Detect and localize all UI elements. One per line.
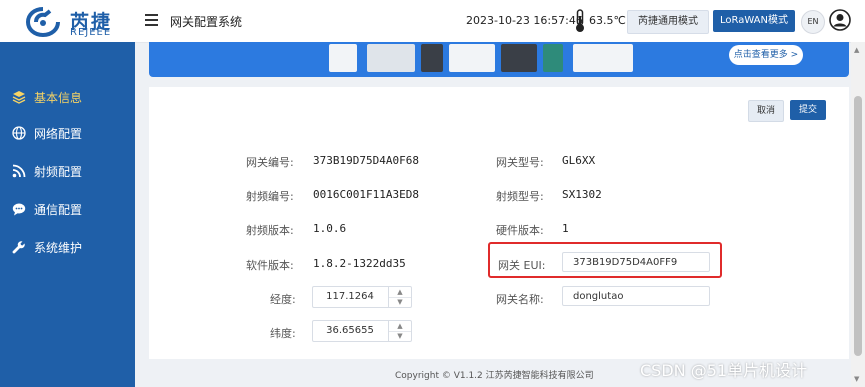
watermark: CSDN @51单片机设计 xyxy=(640,361,808,380)
eui-label: 网关 EUI: xyxy=(498,259,546,272)
thermometer-icon xyxy=(576,9,584,32)
footer-copyright: Copyright © V1.1.2 江苏芮捷智能科技有限公司 xyxy=(395,371,594,381)
rf-id-value: 0016C001F11A3ED8 xyxy=(313,188,419,201)
hw-version-value: 1 xyxy=(562,222,569,235)
generic-mode-button[interactable]: 芮捷通用模式 xyxy=(627,10,709,34)
temperature: 63.5℃ xyxy=(589,14,626,27)
device-image xyxy=(543,44,563,72)
rf-version-label: 射频版本: xyxy=(246,224,294,237)
latitude-label: 纬度: xyxy=(270,327,296,340)
sidebar: 基本信息 网络配置 射频配置 通信配置 系统维护 xyxy=(0,42,135,387)
submit-button[interactable]: 提交 xyxy=(790,100,826,120)
logo: 芮捷 REJEEE xyxy=(26,5,136,39)
logo-mark-icon xyxy=(26,7,60,37)
scroll-up-icon[interactable]: ▲ xyxy=(854,46,859,54)
sidebar-item-label: 通信配置 xyxy=(34,203,83,217)
user-avatar-icon[interactable] xyxy=(829,9,851,31)
wrench-icon xyxy=(12,241,25,254)
hw-version-label: 硬件版本: xyxy=(496,224,544,237)
gateway-model-value: GL6XX xyxy=(562,154,596,167)
gateway-model-label: 网关型号: xyxy=(496,156,544,169)
latitude-value[interactable]: 36.65655 xyxy=(313,321,387,341)
device-image xyxy=(501,44,537,72)
longitude-label: 经度: xyxy=(270,293,296,306)
rss-icon xyxy=(12,164,26,178)
latitude-stepper[interactable]: 36.65655 ▲ ▼ xyxy=(312,320,412,342)
decrement-icon[interactable]: ▼ xyxy=(389,331,411,341)
chat-icon xyxy=(12,203,26,216)
device-image xyxy=(329,44,357,72)
longitude-value[interactable]: 117.1264 xyxy=(313,287,387,307)
gateway-id-label: 网关编号: xyxy=(246,156,294,169)
layers-icon xyxy=(12,91,26,104)
globe-icon xyxy=(12,126,26,140)
rf-version-value: 1.0.6 xyxy=(313,222,347,235)
rf-model-value: SX1302 xyxy=(562,188,602,201)
cancel-button[interactable]: 取消 xyxy=(748,100,784,122)
sidebar-item-label: 系统维护 xyxy=(34,241,83,255)
device-image xyxy=(421,44,443,72)
sw-version-label: 软件版本: xyxy=(246,259,294,272)
logo-subtext: REJEEE xyxy=(70,27,112,38)
device-image xyxy=(367,44,415,72)
gateway-id-value: 373B19D75D4A0F68 xyxy=(313,154,419,167)
menu-icon[interactable] xyxy=(145,14,158,26)
sidebar-item-label: 网络配置 xyxy=(34,127,83,141)
rf-id-label: 射频编号: xyxy=(246,190,294,203)
rf-model-label: 射频型号: xyxy=(496,190,544,203)
gateway-name-label: 网关名称: xyxy=(496,293,544,306)
device-image xyxy=(449,44,495,72)
device-image xyxy=(573,44,633,72)
eui-field[interactable]: 373B19D75D4A0FF9 xyxy=(562,252,710,272)
product-banner: 点击查看更多 > xyxy=(149,42,849,77)
scrollbar[interactable]: ▲ ▼ xyxy=(851,42,865,387)
page-title: 网关配置系统 xyxy=(170,15,243,29)
datetime: 2023-10-23 16:57:46 xyxy=(466,14,583,27)
scroll-down-icon[interactable]: ▼ xyxy=(854,375,859,383)
gateway-name-field[interactable]: donglutao xyxy=(562,286,710,306)
lorawan-mode-button[interactable]: LoRaWAN模式 xyxy=(713,10,795,32)
sw-version-value: 1.8.2-1322dd35 xyxy=(313,257,406,270)
sidebar-item-label: 基本信息 xyxy=(34,91,83,105)
top-bar: 芮捷 REJEEE 网关配置系统 2023-10-23 16:57:46 63.… xyxy=(0,0,865,43)
longitude-stepper[interactable]: 117.1264 ▲ ▼ xyxy=(312,286,412,308)
decrement-icon[interactable]: ▼ xyxy=(389,297,411,307)
sidebar-item-label: 射频配置 xyxy=(34,165,83,179)
scrollbar-thumb[interactable] xyxy=(854,96,862,356)
view-more-button[interactable]: 点击查看更多 > xyxy=(729,45,803,65)
language-button[interactable]: EN xyxy=(801,10,825,34)
